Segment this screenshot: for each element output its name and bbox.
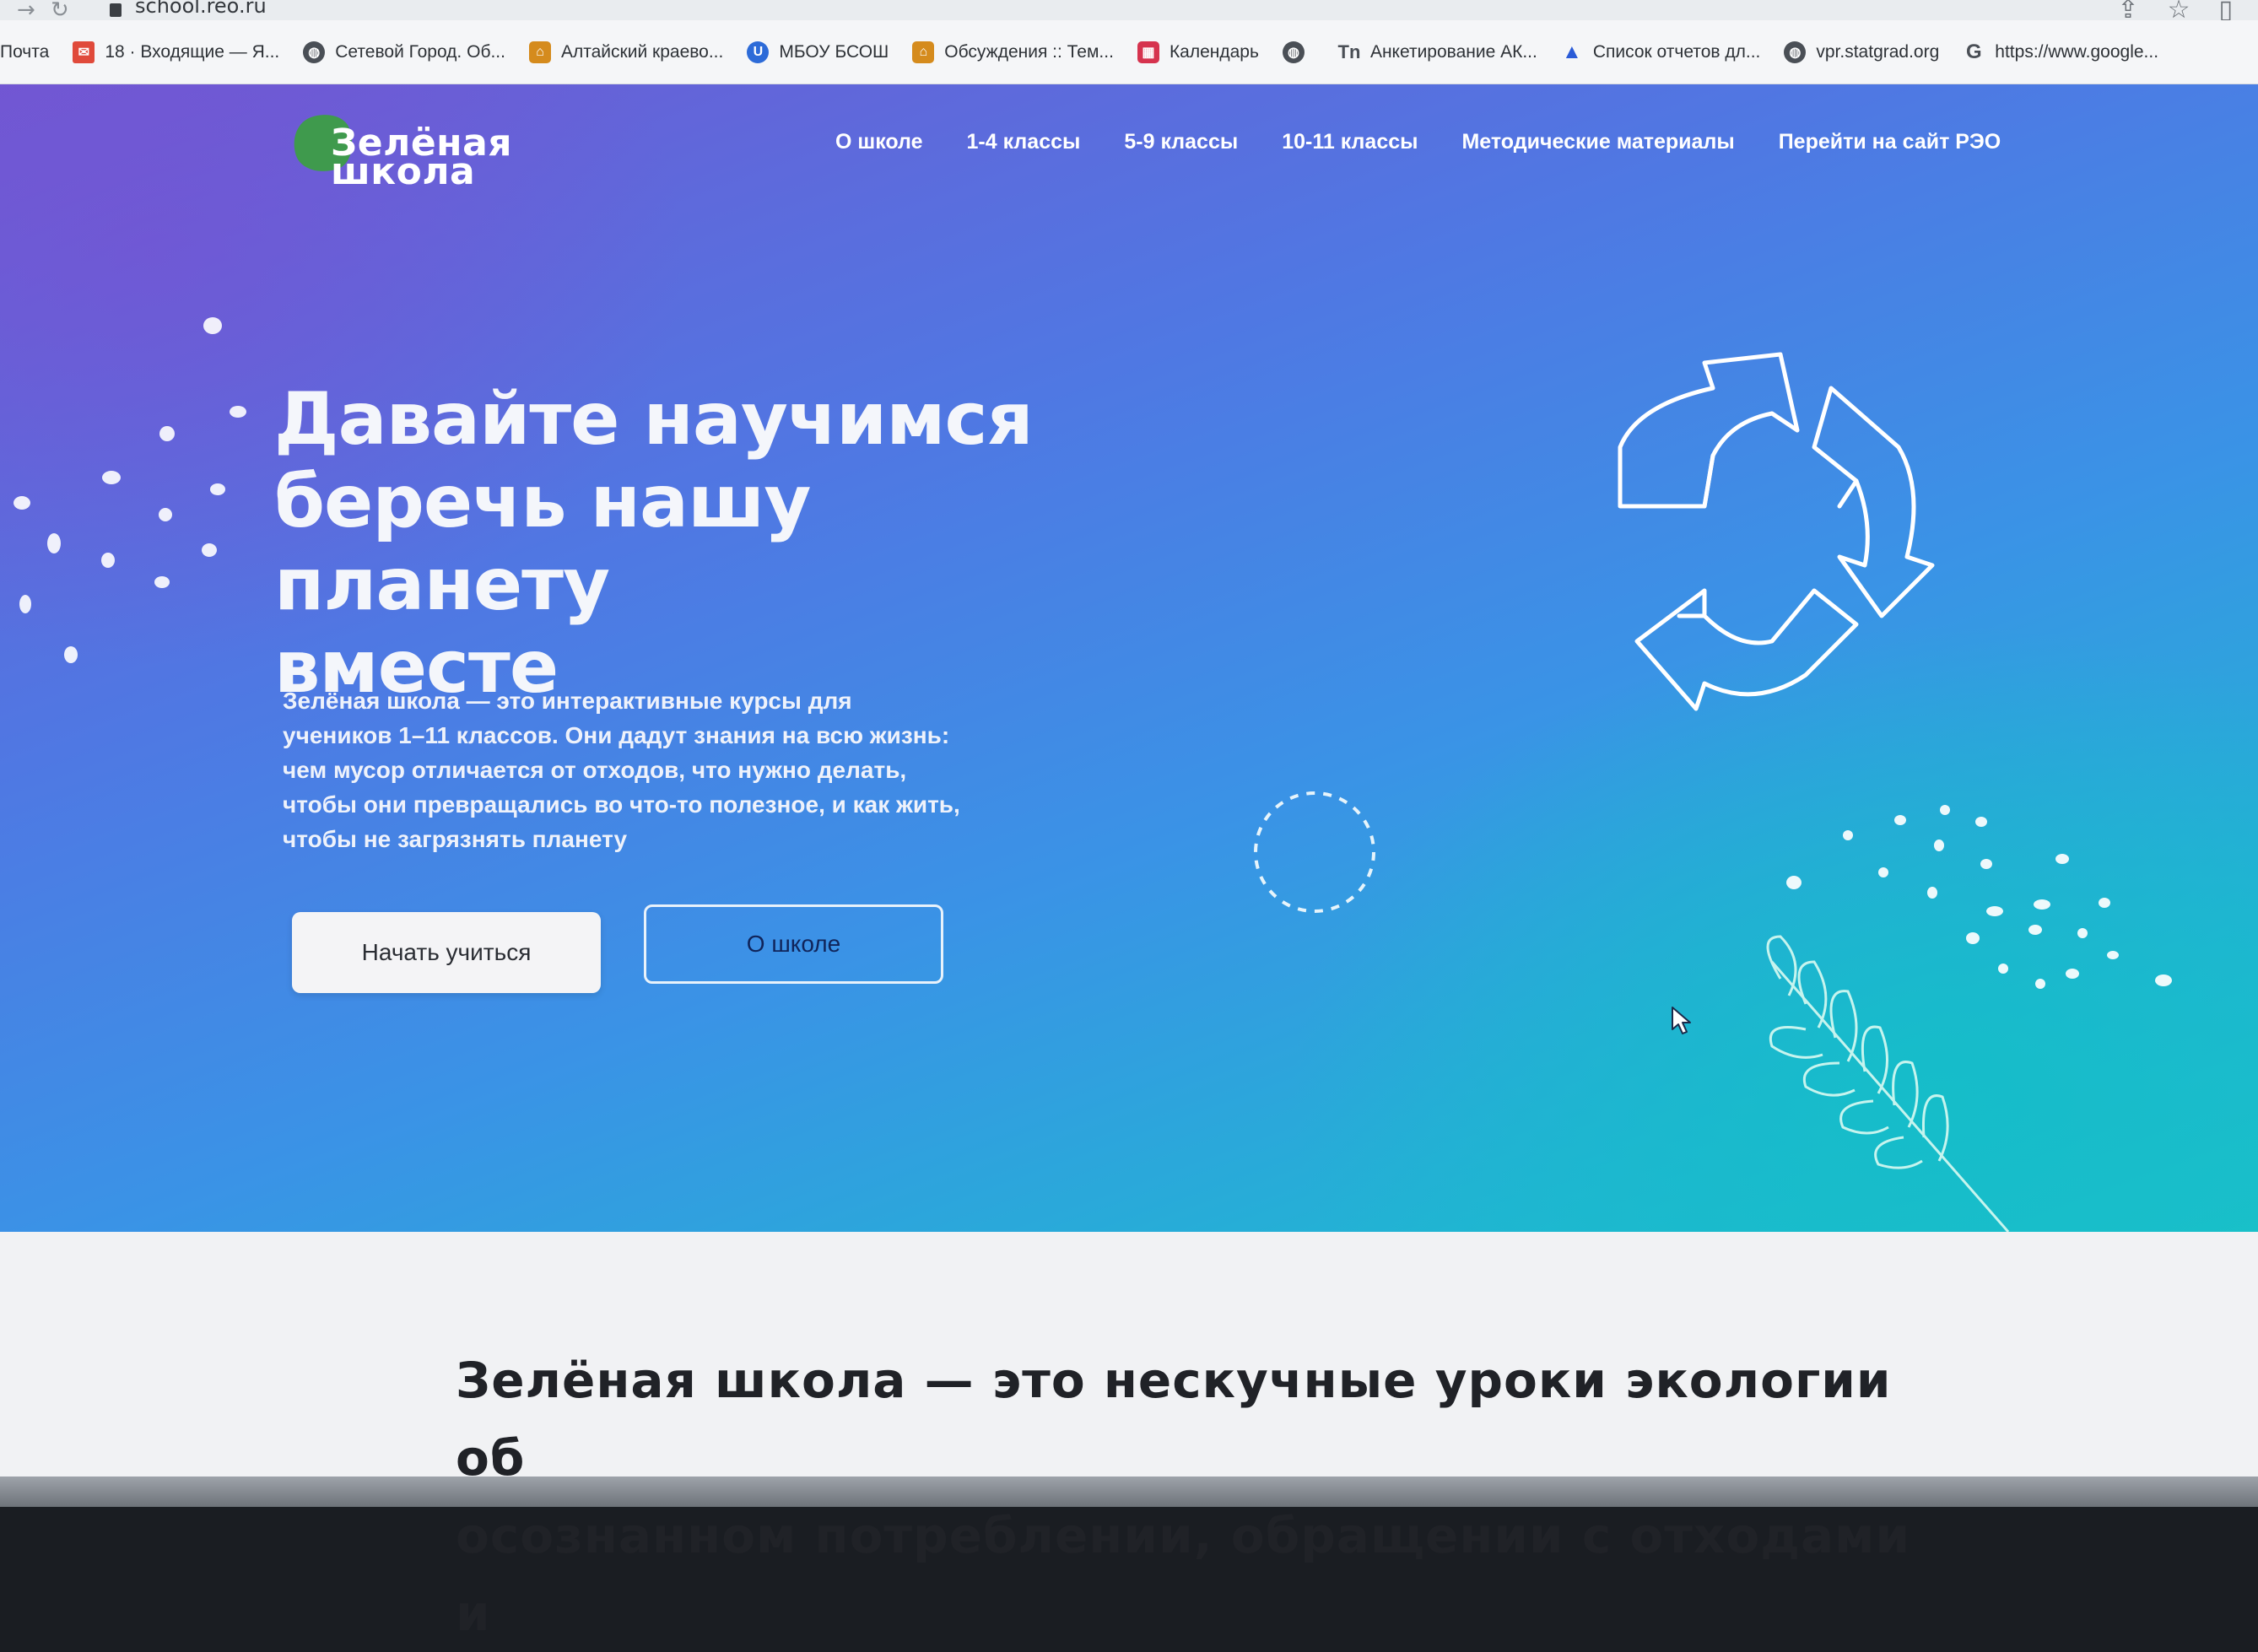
nav-grades-5-9[interactable]: 5-9 классы <box>1124 130 1238 154</box>
hero-section: Зелёная школа О школе 1-4 классы 5-9 кла… <box>0 84 2258 1232</box>
bookmark-item[interactable]: ◍ <box>1282 40 1315 63</box>
bookmark-item[interactable]: ⌂ Алтайский краево... <box>528 40 724 63</box>
start-learning-button[interactable]: Начать учиться <box>292 912 601 993</box>
intro-text-line: Зелёная школа — это нескучные уроки экол… <box>456 1352 1892 1487</box>
bookmark-label: Анкетирование АК... <box>1369 41 1537 62</box>
url-text[interactable]: school.reo.ru <box>135 0 267 18</box>
bookmark-item[interactable]: ◍ Сетевой Город. Об... <box>303 40 505 63</box>
calendar-icon: ▦ <box>1137 40 1159 63</box>
globe-icon: ◍ <box>1784 40 1807 63</box>
bookmark-label: Список отчетов дл... <box>1592 41 1761 62</box>
envelope-icon: ✉ <box>73 40 95 63</box>
triangle-icon: ▲ <box>1561 40 1582 63</box>
u-badge-icon: U <box>747 40 770 63</box>
lock-icon <box>110 3 122 17</box>
hero-description-line: учеников 1–11 классов. Они дадут знания … <box>283 722 950 748</box>
nav-grades-1-4[interactable]: 1-4 классы <box>967 130 1081 154</box>
bookmark-label: Сетевой Город. Об... <box>335 41 505 62</box>
nav-reo-site[interactable]: Перейти на сайт РЭО <box>1779 130 2001 154</box>
bookmark-item[interactable]: ▦ Календарь <box>1137 40 1259 63</box>
google-icon: G <box>1965 40 1982 63</box>
logo-line-2: школа <box>331 150 476 193</box>
monitor-bezel <box>0 1477 2258 1507</box>
bookmark-label: МБОУ БСОШ <box>779 41 889 62</box>
about-school-button[interactable]: О школе <box>644 904 943 984</box>
reload-icon[interactable]: ↻ <box>51 0 84 23</box>
nav-about[interactable]: О школе <box>835 130 923 154</box>
bookmark-label: Обсуждения :: Тем... <box>944 41 1114 62</box>
bookmark-item[interactable]: G https://www.google... <box>1963 40 2159 63</box>
hero-description-line: чтобы они превращались во что-то полезно… <box>283 791 960 818</box>
dashed-circle-decoration <box>1254 791 1375 913</box>
bookmark-item[interactable]: ✉ 18 · Входящие — Я... <box>73 40 280 63</box>
tn-logo-icon: Tn <box>1337 40 1361 62</box>
hero-title: Давайте научимся беречь нашу планету вме… <box>274 378 1160 709</box>
bookmark-label: vpr.statgrad.org <box>1816 41 1940 62</box>
bookmark-label: Алтайский краево... <box>560 41 724 62</box>
nav-methodical-materials[interactable]: Методические материалы <box>1461 130 1734 154</box>
bookmark-label: https://www.google... <box>1995 41 2159 62</box>
hero-title-line: Давайте научимся <box>274 377 1034 462</box>
hero-title-line: беречь нашу планету <box>274 460 811 627</box>
site-logo[interactable]: Зелёная школа <box>286 101 540 194</box>
browser-address-bar: → ↻ school.reo.ru ⇪ ☆ ▯ <box>0 0 2258 24</box>
bookmark-item[interactable]: U МБОУ БСОШ <box>747 40 889 63</box>
hero-description-line: Зелёная школа — это интерактивные курсы … <box>283 688 852 714</box>
bookmark-item[interactable]: Почта <box>0 42 49 62</box>
bookmark-item[interactable]: Tn Анкетирование АК... <box>1338 41 1537 63</box>
house-icon: ⌂ <box>912 40 935 63</box>
bookmark-item[interactable]: ◍ vpr.statgrad.org <box>1784 40 1940 63</box>
mouse-cursor-icon <box>1672 1007 1691 1034</box>
intro-section: Зелёная школа — это нескучные уроки экол… <box>0 1232 2258 1642</box>
globe-icon: ◍ <box>1282 40 1305 63</box>
nav-grades-10-11[interactable]: 10-11 классы <box>1282 130 1418 154</box>
bookmark-label: Календарь <box>1169 41 1259 62</box>
main-navigation: О школе 1-4 классы 5-9 классы 10-11 клас… <box>835 130 2001 154</box>
hero-description-line: чем мусор отличается от отходов, что нуж… <box>283 757 907 783</box>
hero-description-line: чтобы не загрязнять планету <box>283 826 628 852</box>
recycle-icon <box>1618 352 1935 711</box>
leaf-branch-decoration <box>1766 935 2010 1232</box>
bookmarks-bar: Почта ✉ 18 · Входящие — Я... ◍ Сетевой Г… <box>0 20 2258 84</box>
globe-icon: ◍ <box>303 40 326 63</box>
dots-decoration-left <box>14 317 246 663</box>
hero-description: Зелёная школа — это интерактивные курсы … <box>283 683 1042 856</box>
house-icon: ⌂ <box>528 40 551 63</box>
bookmark-item[interactable]: ⌂ Обсуждения :: Тем... <box>912 40 1114 63</box>
bookmark-item[interactable]: ▲ Список отчетов дл... <box>1561 40 1761 63</box>
bookmark-label: Почта <box>0 41 50 62</box>
intro-text-line: осознанном потреблении, обращении с отхо… <box>456 1507 1911 1642</box>
bookmark-label: 18 · Входящие — Я... <box>105 41 280 62</box>
back-arrow-icon[interactable]: → <box>17 0 51 23</box>
